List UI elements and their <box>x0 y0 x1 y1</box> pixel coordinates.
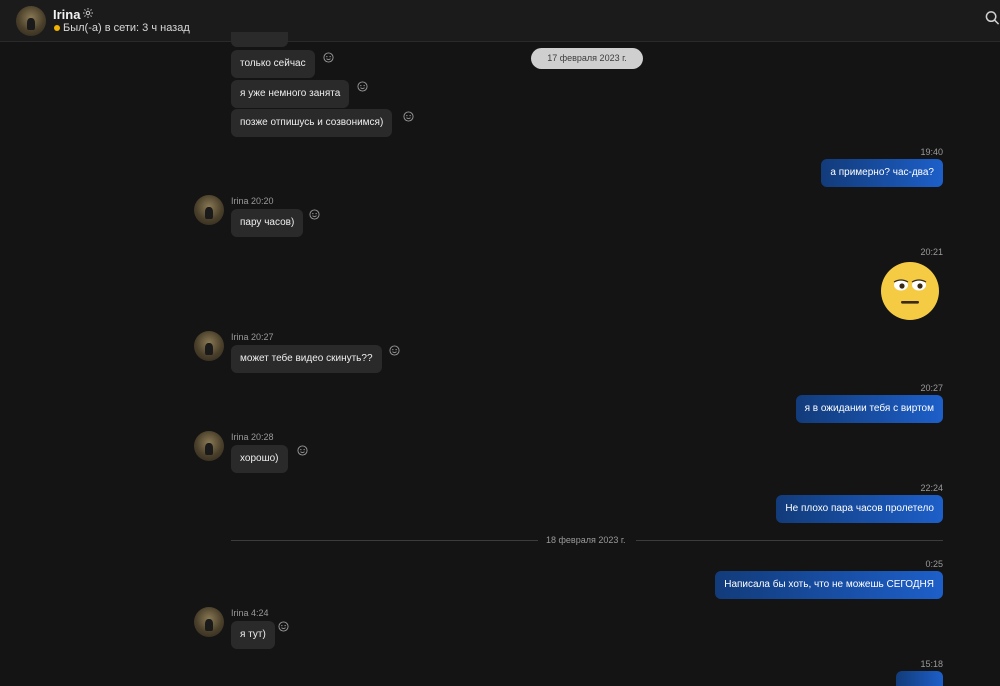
message-bubble[interactable]: я уже немного занята <box>231 80 350 108</box>
message-bubble-outgoing[interactable]: Не плохо пара часов пролетело <box>776 495 943 523</box>
message-time: 19:40 <box>920 147 943 157</box>
reaction-smile-icon[interactable] <box>389 345 400 356</box>
message-bubble-outgoing[interactable]: я в ожидании тебя с виртом <box>795 395 943 423</box>
message-time: 0:25 <box>925 559 943 569</box>
contact-name[interactable]: Irina <box>53 7 80 22</box>
sender-avatar[interactable] <box>194 195 224 225</box>
sender-name-time: Irina 20:20 <box>231 196 274 206</box>
message-bubble <box>231 32 288 47</box>
date-divider-label: 18 февраля 2023 г. <box>546 535 626 545</box>
gear-icon[interactable] <box>82 7 94 19</box>
date-divider-line <box>636 540 943 541</box>
message-time: 22:24 <box>920 483 943 493</box>
contact-avatar[interactable] <box>16 6 46 36</box>
reaction-smile-icon[interactable] <box>297 445 308 456</box>
message-bubble-outgoing[interactable] <box>896 671 943 686</box>
message-time: 20:27 <box>920 383 943 393</box>
message-bubble[interactable]: я тут) <box>231 621 275 649</box>
search-icon[interactable] <box>985 10 1000 26</box>
message-bubble-outgoing[interactable]: а примерно? час-два? <box>821 159 943 187</box>
sender-name-time: Irina 4:24 <box>231 608 269 618</box>
message-bubble[interactable]: позже отпишусь и созвонимся) <box>231 109 393 137</box>
sender-avatar[interactable] <box>194 331 224 361</box>
date-divider-pill: 17 февраля 2023 г. <box>531 48 643 69</box>
reaction-smile-icon[interactable] <box>357 81 368 92</box>
message-bubble[interactable]: хорошо) <box>231 445 288 473</box>
sender-name-time: Irina 20:28 <box>231 432 274 442</box>
message-time: 20:21 <box>920 247 943 257</box>
reaction-smile-icon[interactable] <box>309 209 320 220</box>
message-bubble[interactable]: только сейчас <box>231 50 315 78</box>
reaction-smile-icon[interactable] <box>278 621 289 632</box>
message-bubble-outgoing[interactable]: Написала бы хоть, что не можешь СЕГОДНЯ <box>715 571 943 599</box>
reaction-smile-icon[interactable] <box>403 111 414 122</box>
chat-header: Irina Был(-а) в сети: 3 ч назад <box>0 0 1000 42</box>
reaction-smile-icon[interactable] <box>323 52 334 63</box>
last-seen-status: Был(-а) в сети: 3 ч назад <box>63 22 190 34</box>
sender-name-time: Irina 20:27 <box>231 332 274 342</box>
sender-avatar[interactable] <box>194 431 224 461</box>
date-divider-line <box>231 540 538 541</box>
message-time: 15:18 <box>920 659 943 669</box>
sender-avatar[interactable] <box>194 607 224 637</box>
message-bubble[interactable]: может тебе видео скинуть?? <box>231 345 382 373</box>
neutral-face-emoji-icon[interactable] <box>880 261 940 321</box>
message-bubble[interactable]: пару часов) <box>231 209 304 237</box>
online-status-dot <box>54 25 60 31</box>
